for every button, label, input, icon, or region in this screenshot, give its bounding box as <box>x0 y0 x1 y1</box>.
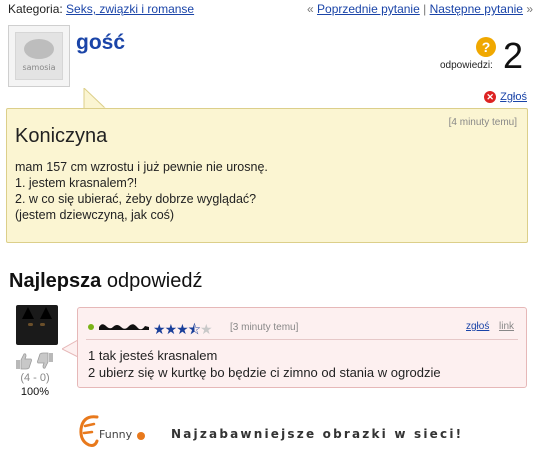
avatar-ear <box>40 307 52 319</box>
funny-logo-text: Funny <box>99 428 133 441</box>
question-navigation: « Poprzednie pytanie | Następne pytanie … <box>307 2 533 16</box>
avatar-eye <box>40 323 45 326</box>
answer-line: 2 ubierz się w kurtkę bo będzie ci zimno… <box>88 365 441 380</box>
question-bubble-tail <box>83 88 106 109</box>
star-empty-icon: ★ <box>199 322 213 338</box>
thumbs-up-icon[interactable] <box>15 352 33 370</box>
question-timestamp: [4 minuty temu] <box>448 117 517 128</box>
nav-suffix: » <box>522 2 533 16</box>
speech-bubble-icon <box>24 39 54 59</box>
banner-slogan: Najzabawniejsze obrazki w sieci! <box>171 427 464 441</box>
question-box: [4 minuty temu] Koniczyna mam 157 cm wzr… <box>6 108 528 243</box>
best-answer-heading-bold: Najlepsza <box>9 270 102 292</box>
best-answer-heading-rest: odpowiedź <box>101 270 203 292</box>
answers-label: odpowiedzi: <box>440 60 493 71</box>
question-mark-icon: ? <box>476 37 496 57</box>
previous-question-link[interactable]: Poprzednie pytanie <box>317 2 420 16</box>
answer-line: 1 tak jesteś krasnalem <box>88 348 218 363</box>
answerer-name-redacted[interactable] <box>98 321 150 332</box>
online-status-icon <box>88 324 94 330</box>
star-full-icon: ★ <box>176 322 189 338</box>
answerer-avatar[interactable] <box>16 305 58 345</box>
top-bar: Kategoria: Seks, związki i romanse « Pop… <box>8 2 533 18</box>
question-line: 2. w co się ubierać, żeby dobrze wygląda… <box>15 192 257 206</box>
answer-body: 1 tak jesteś krasnalem 2 ubierz się w ku… <box>88 347 441 381</box>
answers-count: 2 <box>503 35 524 76</box>
question-line: 1. jestem krasnalem?! <box>15 176 138 190</box>
answer-permalink[interactable]: link <box>499 321 514 332</box>
report-question-button[interactable]: ✕ Zgłoś <box>484 91 527 103</box>
question-body: mam 157 cm wzrostu i już pewnie nie uros… <box>15 159 268 223</box>
avatar-ear <box>22 307 34 319</box>
star-full-icon: ★ <box>153 322 166 338</box>
nav-prefix: « <box>307 2 318 16</box>
answer-divider <box>86 339 518 340</box>
answer-permalink-wrapper: link <box>499 321 514 332</box>
asker-name: gość <box>76 31 126 54</box>
question-title: Koniczyna <box>15 125 108 147</box>
avatar-logo-text: samosia <box>22 63 56 72</box>
report-icon: ✕ <box>484 91 497 103</box>
vote-score: (4 - 0) <box>20 372 50 384</box>
default-avatar-image: samosia <box>15 32 63 80</box>
answer-timestamp: [3 minuty temu] <box>230 322 299 333</box>
funny-banner[interactable]: Funny Najzabawniejsze obrazki w sieci! <box>75 411 470 451</box>
category-breadcrumb: Kategoria: Seks, związki i romanse <box>8 2 194 16</box>
report-question-link[interactable]: Zgłoś <box>500 91 527 103</box>
vote-percentage: 100% <box>20 386 50 398</box>
avatar-eye <box>28 323 33 326</box>
asker-avatar: samosia <box>8 25 70 87</box>
question-line: mam 157 cm wzrostu i już pewnie nie uros… <box>15 160 268 174</box>
thumbs-down-icon[interactable] <box>36 352 54 370</box>
category-link[interactable]: Seks, związki i romanse <box>66 2 194 16</box>
nav-separator: | <box>419 2 430 16</box>
question-line: (jestem dziewczyną, jak coś) <box>15 208 175 222</box>
category-label: Kategoria: <box>8 2 67 16</box>
report-answer-link[interactable]: zgłoś <box>466 321 489 332</box>
star-full-icon: ★ <box>164 322 178 338</box>
next-question-link[interactable]: Następne pytanie <box>430 2 523 16</box>
star-half-icon: ⯪ <box>187 322 201 338</box>
best-answer-heading: Najlepsza odpowiedź <box>9 270 202 293</box>
best-answer-box: ★★★⯪★ [3 minuty temu] zgłoś link 1 tak j… <box>77 307 527 388</box>
funny-logo: Funny <box>79 415 145 447</box>
